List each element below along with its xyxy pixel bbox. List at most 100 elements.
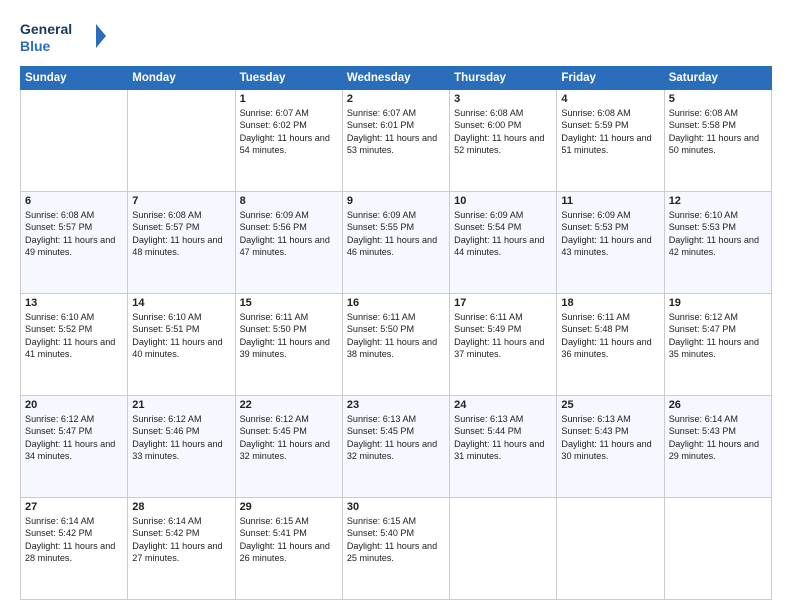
calendar-cell: 27Sunrise: 6:14 AM Sunset: 5:42 PM Dayli… [21, 498, 128, 600]
calendar-cell [450, 498, 557, 600]
day-number: 24 [454, 399, 552, 411]
week-row-1: 1 Sunrise: 6:07 AM Sunset: 6:02 PM Daylig… [21, 90, 772, 192]
day-number: 28 [132, 501, 230, 513]
calendar-cell: 16 Sunrise: 6:11 AM Sunset: 5:50 PM Dayli… [342, 294, 449, 396]
day-number: 6 [25, 195, 123, 207]
logo-svg: General Blue [20, 18, 110, 58]
calendar-cell: 26Sunrise: 6:14 AM Sunset: 5:43 PM Dayli… [664, 396, 771, 498]
day-number: 12 [669, 195, 767, 207]
calendar-table: SundayMondayTuesdayWednesdayThursdayFrid… [20, 66, 772, 600]
page: General Blue SundayMondayTuesdayWednesda… [0, 0, 792, 612]
day-info: Sunrise: 6:09 AM Sunset: 5:56 PM Dayligh… [240, 209, 338, 258]
header-cell-tuesday: Tuesday [235, 67, 342, 90]
day-info: Sunrise: 6:10 AM Sunset: 5:51 PM Dayligh… [132, 311, 230, 360]
day-info: Sunrise: 6:11 AM Sunset: 5:49 PM Dayligh… [454, 311, 552, 360]
day-info: Sunrise: 6:13 AM Sunset: 5:44 PM Dayligh… [454, 413, 552, 462]
day-info: Sunrise: 6:10 AM Sunset: 5:53 PM Dayligh… [669, 209, 767, 258]
day-number: 27 [25, 501, 123, 513]
header-cell-sunday: Sunday [21, 67, 128, 90]
calendar-cell: 18 Sunrise: 6:11 AM Sunset: 5:48 PM Dayli… [557, 294, 664, 396]
week-row-5: 27 Sunrise: 6:14 AM Sunset: 5:42 PM Dayli… [21, 498, 772, 600]
day-number: 14 [132, 297, 230, 309]
day-number: 30 [347, 501, 445, 513]
day-info: Sunrise: 6:08 AM Sunset: 5:59 PM Dayligh… [561, 107, 659, 156]
day-number: 17 [454, 297, 552, 309]
calendar-cell: 25Sunrise: 6:13 AM Sunset: 5:43 PM Dayli… [557, 396, 664, 498]
calendar-cell: 2 Sunrise: 6:07 AM Sunset: 6:01 PM Daylig… [342, 90, 449, 192]
day-info: Sunrise: 6:07 AM Sunset: 6:02 PM Dayligh… [240, 107, 338, 156]
day-number: 2 [347, 93, 445, 105]
day-info: Sunrise: 6:11 AM Sunset: 5:50 PM Dayligh… [347, 311, 445, 360]
day-number: 15 [240, 297, 338, 309]
calendar-cell: 5 Sunrise: 6:08 AM Sunset: 5:58 PM Daylig… [664, 90, 771, 192]
logo: General Blue [20, 18, 110, 58]
day-number: 8 [240, 195, 338, 207]
svg-text:General: General [20, 21, 72, 37]
day-info: Sunrise: 6:07 AM Sunset: 6:01 PM Dayligh… [347, 107, 445, 156]
day-info: Sunrise: 6:08 AM Sunset: 5:58 PM Dayligh… [669, 107, 767, 156]
day-number: 25 [561, 399, 659, 411]
day-number: 16 [347, 297, 445, 309]
header-cell-monday: Monday [128, 67, 235, 90]
calendar-cell [557, 498, 664, 600]
day-number: 13 [25, 297, 123, 309]
calendar-cell [21, 90, 128, 192]
day-info: Sunrise: 6:12 AM Sunset: 5:47 PM Dayligh… [25, 413, 123, 462]
calendar-cell: 6 Sunrise: 6:08 AM Sunset: 5:57 PM Daylig… [21, 192, 128, 294]
day-number: 7 [132, 195, 230, 207]
day-number: 18 [561, 297, 659, 309]
calendar-cell: 7 Sunrise: 6:08 AM Sunset: 5:57 PM Daylig… [128, 192, 235, 294]
day-info: Sunrise: 6:15 AM Sunset: 5:41 PM Dayligh… [240, 515, 338, 564]
calendar-cell [128, 90, 235, 192]
calendar-cell: 14 Sunrise: 6:10 AM Sunset: 5:51 PM Dayli… [128, 294, 235, 396]
day-info: Sunrise: 6:13 AM Sunset: 5:45 PM Dayligh… [347, 413, 445, 462]
week-row-3: 13Sunrise: 6:10 AM Sunset: 5:52 PM Dayli… [21, 294, 772, 396]
svg-text:Blue: Blue [20, 38, 51, 54]
day-number: 22 [240, 399, 338, 411]
day-number: 3 [454, 93, 552, 105]
header: General Blue [20, 18, 772, 58]
day-number: 9 [347, 195, 445, 207]
calendar-cell: 8 Sunrise: 6:09 AM Sunset: 5:56 PM Daylig… [235, 192, 342, 294]
calendar-cell: 12 Sunrise: 6:10 AM Sunset: 5:53 PM Dayli… [664, 192, 771, 294]
day-info: Sunrise: 6:08 AM Sunset: 5:57 PM Dayligh… [132, 209, 230, 258]
calendar-cell: 3 Sunrise: 6:08 AM Sunset: 6:00 PM Daylig… [450, 90, 557, 192]
day-info: Sunrise: 6:09 AM Sunset: 5:53 PM Dayligh… [561, 209, 659, 258]
week-row-4: 20Sunrise: 6:12 AM Sunset: 5:47 PM Dayli… [21, 396, 772, 498]
day-info: Sunrise: 6:11 AM Sunset: 5:50 PM Dayligh… [240, 311, 338, 360]
day-info: Sunrise: 6:14 AM Sunset: 5:43 PM Dayligh… [669, 413, 767, 462]
day-info: Sunrise: 6:12 AM Sunset: 5:46 PM Dayligh… [132, 413, 230, 462]
calendar-cell: 20Sunrise: 6:12 AM Sunset: 5:47 PM Dayli… [21, 396, 128, 498]
day-number: 23 [347, 399, 445, 411]
calendar-cell: 28 Sunrise: 6:14 AM Sunset: 5:42 PM Dayli… [128, 498, 235, 600]
calendar-cell: 13Sunrise: 6:10 AM Sunset: 5:52 PM Dayli… [21, 294, 128, 396]
day-info: Sunrise: 6:09 AM Sunset: 5:54 PM Dayligh… [454, 209, 552, 258]
day-number: 29 [240, 501, 338, 513]
calendar-cell: 11 Sunrise: 6:09 AM Sunset: 5:53 PM Dayli… [557, 192, 664, 294]
calendar-cell: 30 Sunrise: 6:15 AM Sunset: 5:40 PM Dayli… [342, 498, 449, 600]
day-info: Sunrise: 6:08 AM Sunset: 6:00 PM Dayligh… [454, 107, 552, 156]
day-info: Sunrise: 6:14 AM Sunset: 5:42 PM Dayligh… [132, 515, 230, 564]
day-info: Sunrise: 6:12 AM Sunset: 5:45 PM Dayligh… [240, 413, 338, 462]
day-number: 11 [561, 195, 659, 207]
day-number: 21 [132, 399, 230, 411]
day-info: Sunrise: 6:15 AM Sunset: 5:40 PM Dayligh… [347, 515, 445, 564]
week-row-2: 6 Sunrise: 6:08 AM Sunset: 5:57 PM Daylig… [21, 192, 772, 294]
calendar-cell: 4 Sunrise: 6:08 AM Sunset: 5:59 PM Daylig… [557, 90, 664, 192]
day-number: 1 [240, 93, 338, 105]
day-number: 10 [454, 195, 552, 207]
day-info: Sunrise: 6:08 AM Sunset: 5:57 PM Dayligh… [25, 209, 123, 258]
calendar-cell: 19 Sunrise: 6:12 AM Sunset: 5:47 PM Dayli… [664, 294, 771, 396]
calendar-cell: 24 Sunrise: 6:13 AM Sunset: 5:44 PM Dayli… [450, 396, 557, 498]
day-number: 19 [669, 297, 767, 309]
calendar-cell: 22 Sunrise: 6:12 AM Sunset: 5:45 PM Dayli… [235, 396, 342, 498]
calendar-cell: 17 Sunrise: 6:11 AM Sunset: 5:49 PM Dayli… [450, 294, 557, 396]
header-cell-thursday: Thursday [450, 67, 557, 90]
day-number: 4 [561, 93, 659, 105]
calendar-cell: 21 Sunrise: 6:12 AM Sunset: 5:46 PM Dayli… [128, 396, 235, 498]
calendar-cell: 10 Sunrise: 6:09 AM Sunset: 5:54 PM Dayli… [450, 192, 557, 294]
day-number: 5 [669, 93, 767, 105]
day-info: Sunrise: 6:11 AM Sunset: 5:48 PM Dayligh… [561, 311, 659, 360]
calendar-cell [664, 498, 771, 600]
day-info: Sunrise: 6:12 AM Sunset: 5:47 PM Dayligh… [669, 311, 767, 360]
